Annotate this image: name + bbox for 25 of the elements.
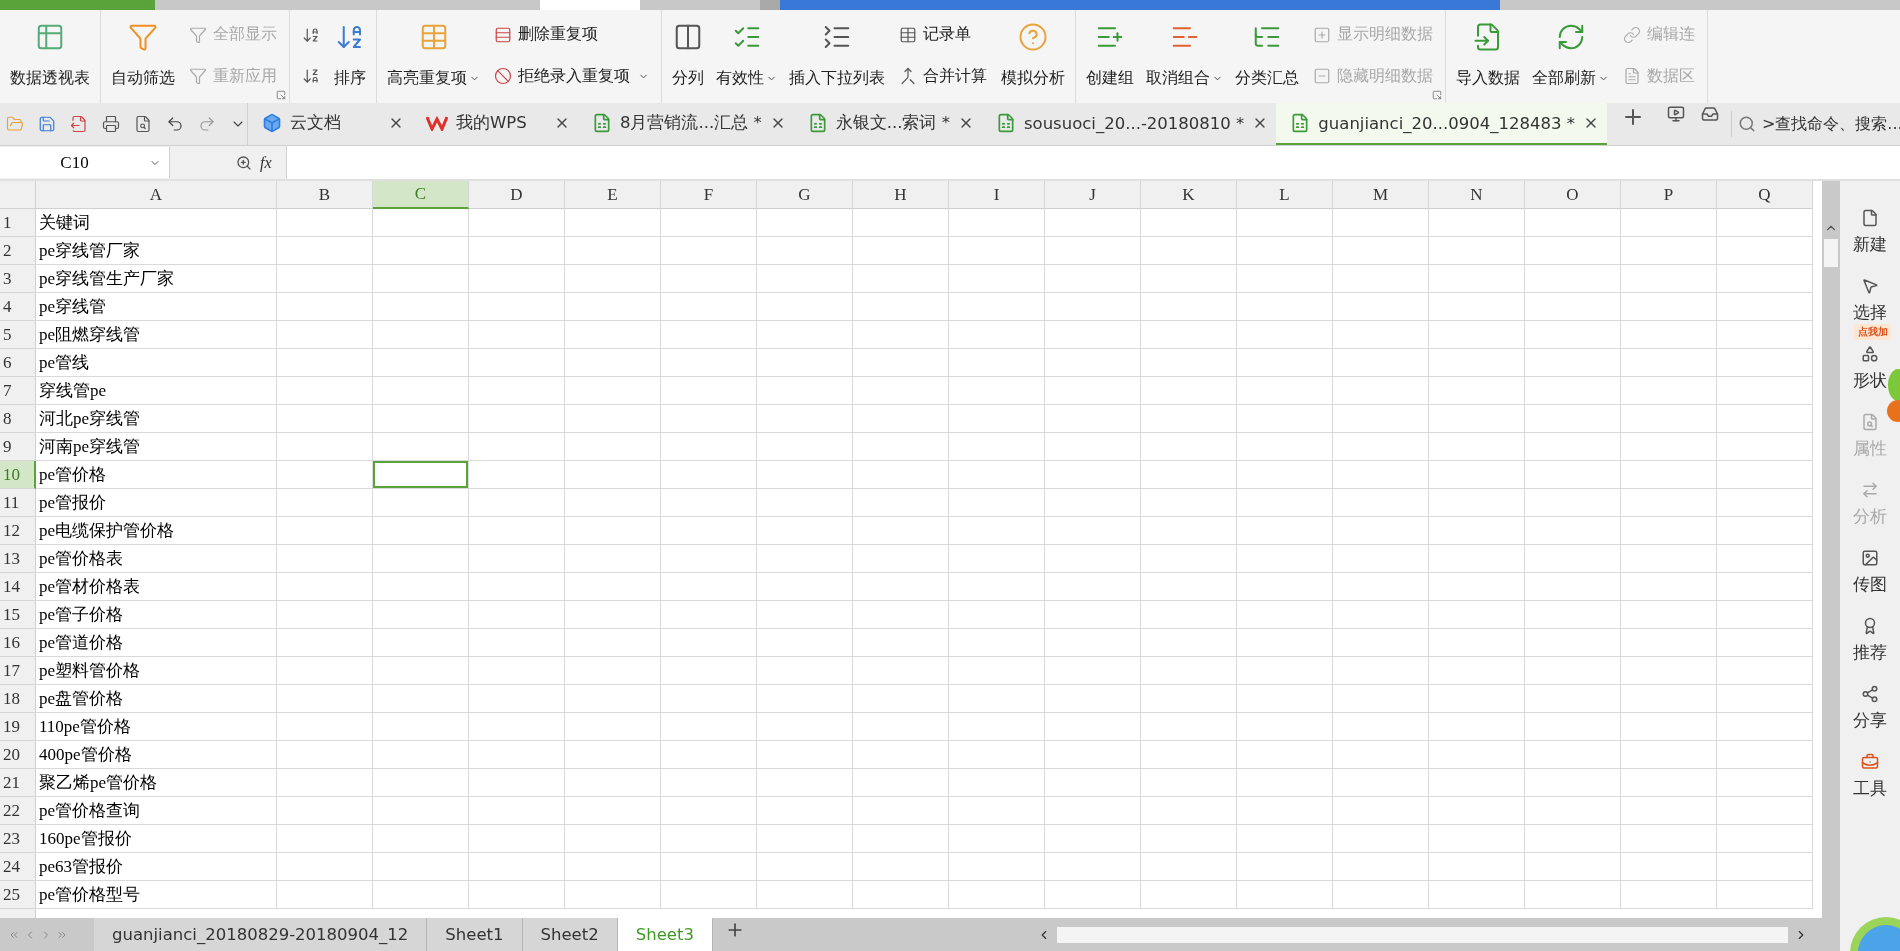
table-cell: pe穿线管 [36, 293, 277, 321]
table-cell: 河南pe穿线管 [36, 433, 277, 461]
table-cell: pe管价格 [36, 461, 277, 489]
table-cell: pe管价格表 [36, 545, 277, 573]
table-cell: 160pe管报价 [36, 825, 277, 853]
table-cell: pe穿线管生产厂家 [36, 265, 277, 293]
table-cell: 聚乙烯pe管价格 [36, 769, 277, 797]
table-cell: 关键词 [36, 209, 277, 237]
table-cell: pe穿线管厂家 [36, 237, 277, 265]
table-cell: pe管报价 [36, 489, 277, 517]
table-cell: 110pe管价格 [36, 713, 277, 741]
table-cell: 400pe管价格 [36, 741, 277, 769]
table-cell: pe管价格型号 [36, 881, 277, 909]
table-cell: pe电缆保护管价格 [36, 517, 277, 545]
table-cell: pe管子价格 [36, 601, 277, 629]
table-cell: pe管道价格 [36, 629, 277, 657]
table-cell: pe管价格查询 [36, 797, 277, 825]
table-cell: pe63管报价 [36, 853, 277, 881]
table-cell: pe盘管价格 [36, 685, 277, 713]
table-cell: pe管线 [36, 349, 277, 377]
table-cell: 穿线管pe [36, 377, 277, 405]
table-cell: pe阻燃穿线管 [36, 321, 277, 349]
table-cell: 河北pe穿线管 [36, 405, 277, 433]
table-cell: pe管材价格表 [36, 573, 277, 601]
table-cell: pe塑料管价格 [36, 657, 277, 685]
